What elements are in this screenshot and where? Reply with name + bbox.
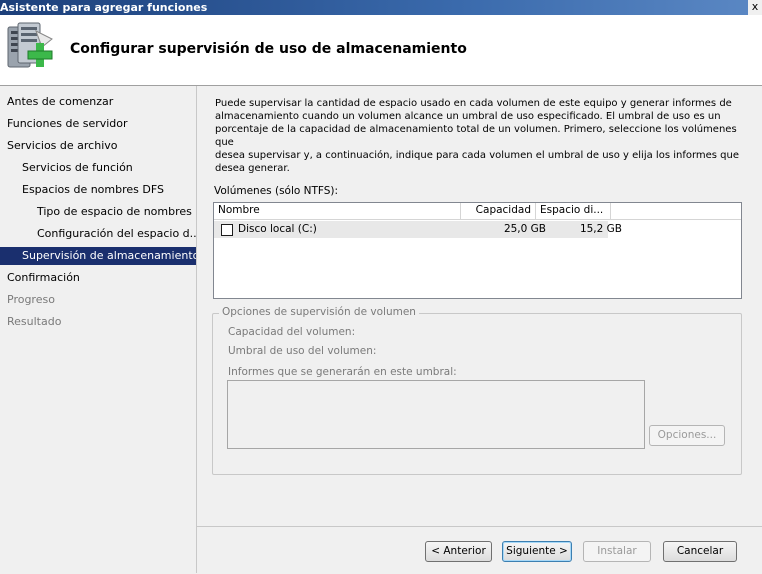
column-header-nombre[interactable]: Nombre <box>214 203 461 219</box>
column-header-espacio[interactable]: Espacio di... <box>536 203 611 219</box>
server-add-icon <box>7 22 53 68</box>
intro-line: porcentaje de la capacidad de almacenami… <box>215 124 737 148</box>
step-tipo-de-espacio[interactable]: Tipo de espacio de nombres <box>0 203 196 221</box>
step-confirmacion[interactable]: Confirmación <box>0 269 196 287</box>
step-label: Espacios de nombres DFS <box>22 183 164 196</box>
capacity-label: Capacidad del volumen: <box>228 326 356 338</box>
volume-options-group: Opciones de supervisión de volumen Capac… <box>212 306 742 475</box>
step-label: Resultado <box>7 315 62 328</box>
step-servicios-de-funcion[interactable]: Servicios de función <box>0 159 196 177</box>
back-button[interactable]: < Anterior <box>425 541 492 562</box>
volume-free-space: 15,2 GB <box>579 223 622 235</box>
cancel-button[interactable]: Cancelar <box>663 541 737 562</box>
step-label: Funciones de servidor <box>7 117 128 130</box>
table-row[interactable]: Disco local (C:) 25,0 GB 15,2 GB <box>214 221 622 238</box>
volumes-list[interactable]: Nombre Capacidad Espacio di... Disco loc… <box>213 202 742 299</box>
step-antes-de-comenzar[interactable]: Antes de comenzar <box>0 93 196 111</box>
volumes-list-header: Nombre Capacidad Espacio di... <box>214 203 741 220</box>
close-button[interactable]: x <box>748 0 762 15</box>
volume-capacity: 25,0 GB <box>503 223 546 235</box>
reports-label: Informes que se generarán en este umbral… <box>228 366 457 378</box>
step-label: Antes de comenzar <box>7 95 114 108</box>
threshold-label: Umbral de uso del volumen: <box>228 345 377 357</box>
next-button[interactable]: Siguiente > <box>502 541 572 562</box>
wizard-header: Configurar supervisión de uso de almacen… <box>0 15 762 86</box>
reports-list <box>227 380 645 449</box>
step-label: Configuración del espacio d... <box>37 227 196 240</box>
step-label: Tipo de espacio de nombres <box>37 205 192 218</box>
wizard-steps: Antes de comenzar Funciones de servidor … <box>0 86 197 573</box>
step-supervision-almacenamiento[interactable]: Supervisión de almacenamiento <box>0 247 196 265</box>
intro-text: Puede supervisar la cantidad de espacio … <box>215 97 740 175</box>
step-label: Supervisión de almacenamiento <box>22 249 196 262</box>
intro-line: Puede supervisar la cantidad de espacio … <box>215 98 732 109</box>
page-title: Configurar supervisión de uso de almacen… <box>70 41 467 57</box>
intro-line: desea supervisar y, a continuación, indi… <box>215 150 740 161</box>
main-panel: Puede supervisar la cantidad de espacio … <box>197 86 762 526</box>
window-title: Asistente para agregar funciones <box>0 1 208 14</box>
column-header-capacidad[interactable]: Capacidad <box>461 203 536 219</box>
step-funciones-de-servidor[interactable]: Funciones de servidor <box>0 115 196 133</box>
wizard-footer: < Anterior Siguiente > Instalar Cancelar <box>197 526 762 574</box>
volumes-label: Volúmenes (sólo NTFS): <box>214 185 339 197</box>
volume-options-legend: Opciones de supervisión de volumen <box>219 306 419 318</box>
step-progreso: Progreso <box>0 291 196 309</box>
step-servicios-de-archivo[interactable]: Servicios de archivo <box>0 137 196 155</box>
intro-line: desea generar. <box>215 163 290 174</box>
step-configuracion-espacio[interactable]: Configuración del espacio d... <box>0 225 196 243</box>
step-label: Confirmación <box>7 271 80 284</box>
intro-line: almacenamiento cuando un volumen alcance… <box>215 111 721 122</box>
step-label: Progreso <box>7 293 55 306</box>
step-resultado: Resultado <box>0 313 196 331</box>
step-label: Servicios de función <box>22 161 133 174</box>
title-bar: Asistente para agregar funciones x <box>0 0 762 15</box>
volume-name: Disco local (C:) <box>238 223 317 235</box>
options-button[interactable]: Opciones... <box>649 425 725 446</box>
install-button[interactable]: Instalar <box>583 541 651 562</box>
step-espacios-de-nombres-dfs[interactable]: Espacios de nombres DFS <box>0 181 196 199</box>
step-label: Servicios de archivo <box>7 139 118 152</box>
volume-checkbox[interactable] <box>221 224 233 236</box>
